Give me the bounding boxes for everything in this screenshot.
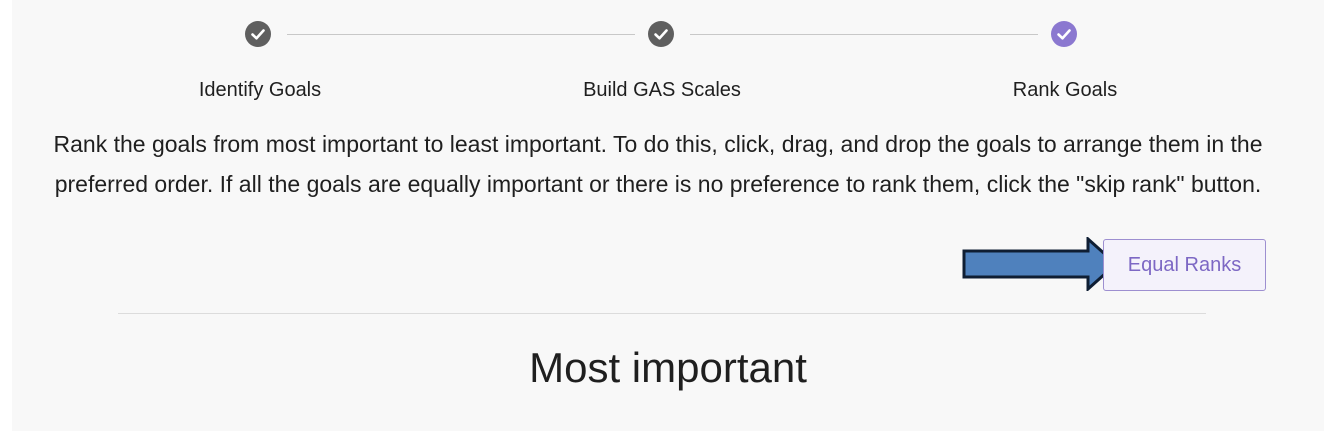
step-label-rank-goals: Rank Goals <box>1012 79 1118 101</box>
step-label-identify-goals: Identify Goals <box>198 79 322 101</box>
ranking-instructions: Rank the goals from most important to le… <box>53 131 1263 197</box>
arrow-right-icon <box>962 237 1118 291</box>
step-2-check-icon <box>648 21 674 47</box>
step-connector-2 <box>690 34 1038 35</box>
equal-ranks-button[interactable]: Equal Ranks <box>1103 239 1266 291</box>
step-label-build-gas-scales: Build GAS Scales <box>583 79 741 101</box>
step-1-check-icon <box>245 21 271 47</box>
step-connector-1 <box>287 34 635 35</box>
most-important-heading: Most important <box>529 344 807 391</box>
step-3-check-icon <box>1051 21 1077 47</box>
section-divider <box>118 313 1206 314</box>
